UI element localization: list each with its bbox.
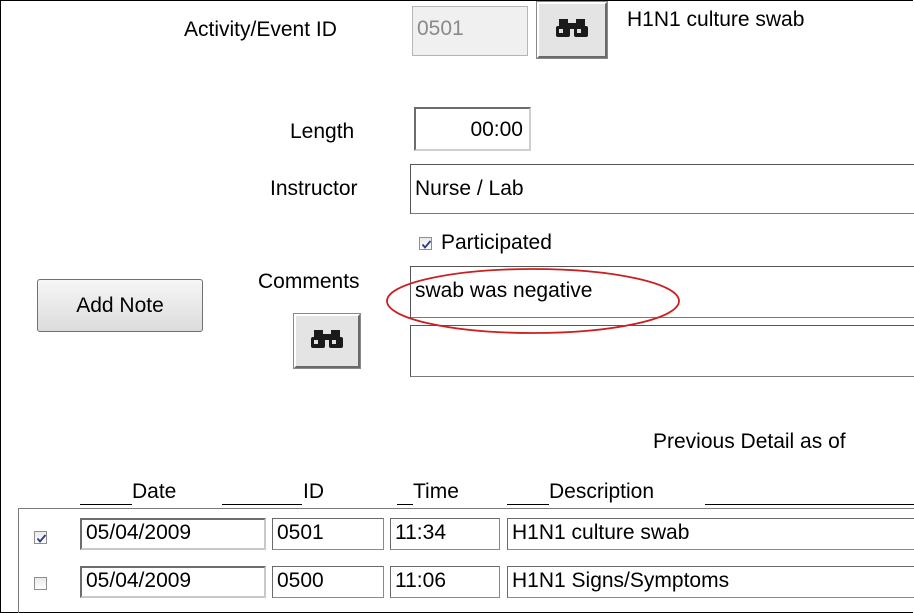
header-underline-date-pre [80, 504, 132, 505]
length-label: Length [290, 120, 355, 143]
activity-id-label: Activity/Event ID [184, 18, 337, 41]
header-underline-time-pre [397, 504, 413, 505]
activity-description: H1N1 culture swab [627, 8, 805, 31]
header-underline-id-pre [222, 504, 302, 505]
cell-id[interactable]: 0501 [272, 518, 384, 550]
cell-date[interactable]: 05/04/2009 [80, 518, 266, 550]
row-checkbox[interactable] [34, 577, 47, 590]
header-time: Time [413, 480, 459, 503]
previous-detail-label: Previous Detail as of [653, 430, 846, 453]
comments-lookup-button[interactable] [293, 313, 361, 369]
comments-label: Comments [258, 270, 360, 293]
length-field[interactable]: 00:00 [414, 107, 531, 151]
row-checkbox[interactable] [34, 531, 47, 544]
activity-id-field[interactable]: 0501 [412, 6, 528, 56]
cell-time[interactable]: 11:34 [390, 518, 500, 550]
participated-checkbox[interactable] [419, 237, 432, 250]
instructor-field[interactable]: Nurse / Lab [410, 164, 914, 214]
cell-id[interactable]: 0500 [272, 566, 384, 598]
header-id: ID [303, 480, 324, 503]
header-date: Date [132, 480, 177, 503]
activity-lookup-button[interactable] [536, 1, 608, 59]
participated-label: Participated [441, 231, 552, 254]
cell-date[interactable]: 05/04/2009 [80, 566, 266, 598]
cell-time[interactable]: 11:06 [390, 566, 500, 598]
add-note-button[interactable]: Add Note [37, 279, 203, 332]
cell-description[interactable]: H1N1 culture swab [507, 518, 914, 550]
header-underline-desc-post [705, 504, 914, 505]
header-underline-desc-pre [507, 504, 549, 505]
add-note-label: Add Note [76, 293, 164, 317]
header-description: Description [549, 480, 655, 503]
annotation-ellipse [386, 268, 680, 334]
binoculars-icon [555, 17, 589, 44]
instructor-label: Instructor [270, 177, 358, 200]
cell-description[interactable]: H1N1 Signs/Symptoms [507, 566, 914, 598]
binoculars-icon [310, 328, 344, 355]
